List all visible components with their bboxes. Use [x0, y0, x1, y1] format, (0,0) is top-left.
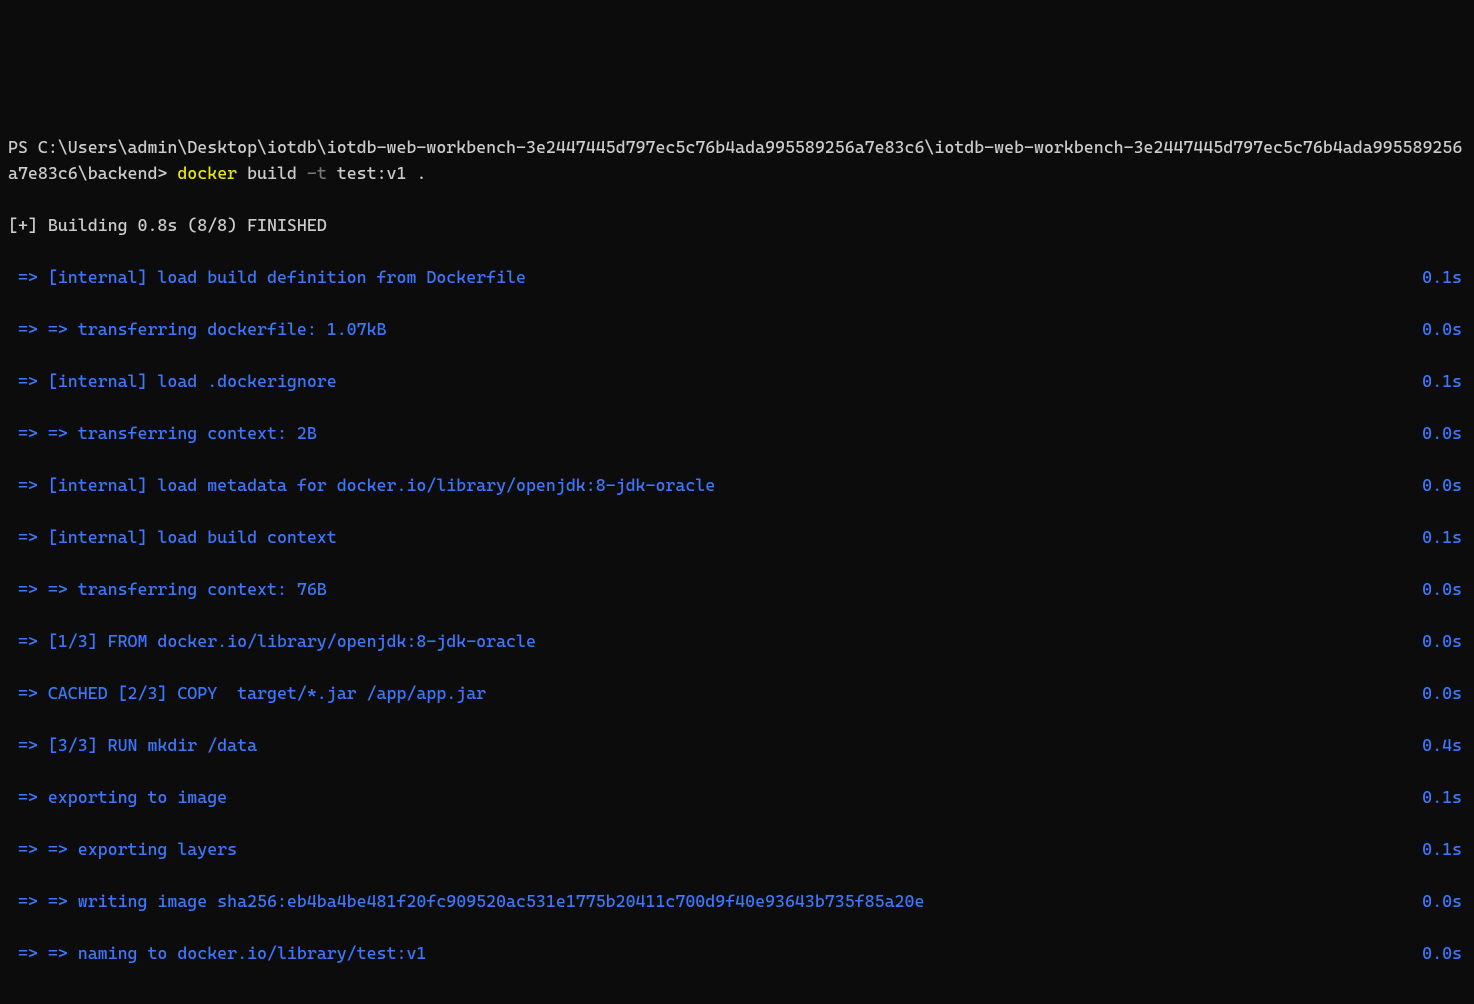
step-time: 0.0s: [1422, 628, 1466, 654]
step-text: [internal] load build context: [48, 524, 1422, 550]
arrow-icon: =>: [8, 836, 48, 862]
build-step: => [internal] load .dockerignore0.1s: [8, 368, 1466, 394]
arrow-icon: =>: [8, 420, 48, 446]
arrow-icon: =>: [8, 732, 48, 758]
step-text: => transferring context: 2B: [48, 420, 1422, 446]
build-step: => => transferring dockerfile: 1.07kB0.0…: [8, 316, 1466, 342]
arrow-icon: =>: [8, 784, 48, 810]
step-text: [internal] load build definition from Do…: [48, 264, 1422, 290]
step-text: [internal] load .dockerignore: [48, 368, 1422, 394]
step-text: => naming to docker.io/library/test:v1: [48, 940, 1422, 966]
step-text: [internal] load metadata for docker.io/l…: [48, 472, 1422, 498]
step-time: 0.0s: [1422, 472, 1466, 498]
arrow-icon: =>: [8, 680, 48, 706]
step-time: 0.1s: [1422, 368, 1466, 394]
build-step: => [internal] load build context0.1s: [8, 524, 1466, 550]
build-step: => [1/3] FROM docker.io/library/openjdk:…: [8, 628, 1466, 654]
build-step: => => writing image sha256:eb4ba4be481f2…: [8, 888, 1466, 914]
terminal-output: PS C:\Users\admin\Desktop\iotdb\iotdb-we…: [8, 108, 1466, 1004]
step-text: => transferring dockerfile: 1.07kB: [48, 316, 1422, 342]
step-time: 0.1s: [1422, 264, 1466, 290]
step-time: 0.1s: [1422, 524, 1466, 550]
step-text: => transferring context: 76B: [48, 576, 1422, 602]
step-text: => writing image sha256:eb4ba4be481f20fc…: [48, 888, 1422, 914]
build-step: => CACHED [2/3] COPY target/*.jar /app/a…: [8, 680, 1466, 706]
step-time: 0.0s: [1422, 420, 1466, 446]
build-status: [+] Building 0.8s (8/8) FINISHED: [8, 212, 1466, 238]
prompt-line[interactable]: PS C:\Users\admin\Desktop\iotdb\iotdb-we…: [8, 134, 1466, 186]
build-step: => [3/3] RUN mkdir /data0.4s: [8, 732, 1466, 758]
build-step: => [internal] load build definition from…: [8, 264, 1466, 290]
build-step: => [internal] load metadata for docker.i…: [8, 472, 1466, 498]
arrow-icon: =>: [8, 576, 48, 602]
arrow-icon: =>: [8, 472, 48, 498]
arrow-icon: =>: [8, 940, 48, 966]
build-step: => => transferring context: 2B0.0s: [8, 420, 1466, 446]
arrow-icon: =>: [8, 368, 48, 394]
build-step: => => naming to docker.io/library/test:v…: [8, 940, 1466, 966]
blank-line: [8, 992, 1466, 1004]
build-step: => exporting to image0.1s: [8, 784, 1466, 810]
step-time: 0.0s: [1422, 940, 1466, 966]
step-text: => exporting layers: [48, 836, 1422, 862]
arrow-icon: =>: [8, 264, 48, 290]
arrow-icon: =>: [8, 888, 48, 914]
step-time: 0.1s: [1422, 836, 1466, 862]
step-time: 0.4s: [1422, 732, 1466, 758]
step-time: 0.0s: [1422, 888, 1466, 914]
cmd-docker: docker: [177, 163, 237, 183]
step-time: 0.0s: [1422, 316, 1466, 342]
cmd-flag: -t: [307, 163, 327, 183]
build-step: => => exporting layers0.1s: [8, 836, 1466, 862]
step-time: 0.0s: [1422, 576, 1466, 602]
ps-prefix: PS: [8, 137, 38, 157]
step-text: [1/3] FROM docker.io/library/openjdk:8-j…: [48, 628, 1422, 654]
step-text: CACHED [2/3] COPY target/*.jar /app/app.…: [48, 680, 1422, 706]
arrow-icon: =>: [8, 628, 48, 654]
arrow-icon: =>: [8, 524, 48, 550]
step-text: exporting to image: [48, 784, 1422, 810]
step-time: 0.0s: [1422, 680, 1466, 706]
step-text: [3/3] RUN mkdir /data: [48, 732, 1422, 758]
cmd-args: test:v1 .: [337, 163, 427, 183]
arrow-icon: =>: [8, 316, 48, 342]
step-time: 0.1s: [1422, 784, 1466, 810]
cmd-build: build: [247, 163, 297, 183]
build-step: => => transferring context: 76B0.0s: [8, 576, 1466, 602]
